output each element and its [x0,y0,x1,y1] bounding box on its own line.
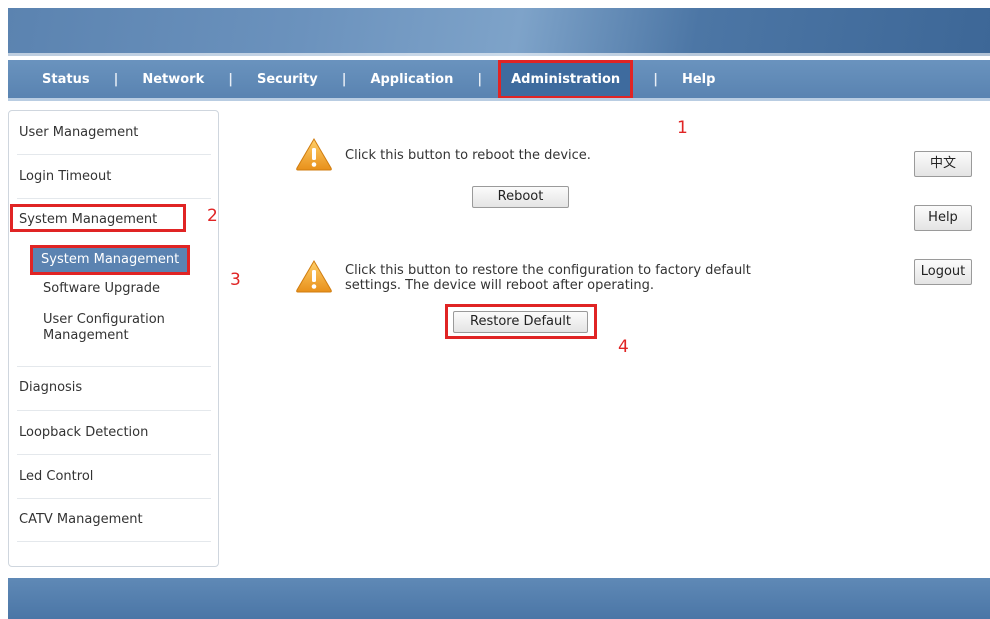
warning-icon [296,260,332,293]
restore-message-line1: Click this button to restore the configu… [345,263,751,278]
reboot-message: Click this button to reboot the device. [345,148,591,163]
sidebar-divider [17,198,211,199]
header-banner [8,8,990,56]
nav-separator: | [653,71,658,87]
sidebar-sub-system-management[interactable]: System Management [30,245,191,275]
sidebar-sub-system-management-label: System Management [30,245,191,275]
annotation-1: 1 [677,118,688,138]
nav-separator: | [113,71,119,87]
sidebar-divider [17,366,211,367]
nav-network[interactable]: Network [142,72,204,87]
nav-administration[interactable]: Administration [498,59,634,99]
restore-message: Click this button to restore the configu… [345,263,751,293]
help-button[interactable]: Help [914,205,972,231]
annotation-4: 4 [618,337,629,357]
sidebar-sub-software-upgrade[interactable]: Software Upgrade [43,281,160,297]
annotation-2: 2 [207,206,218,226]
annotation-3: 3 [230,270,241,290]
sidebar-item-catv-management[interactable]: CATV Management [19,512,209,527]
nav-application[interactable]: Application [370,72,453,87]
sidebar-sub-label-line1: User Configuration [43,312,165,327]
nav-separator: | [341,71,347,87]
language-button[interactable]: 中文 [914,151,972,177]
sidebar: User Management Login Timeout System Man… [8,110,219,567]
warning-icon [296,138,332,171]
sidebar-item-login-timeout[interactable]: Login Timeout [19,169,209,184]
restore-message-line2: settings. The device will reboot after o… [345,278,655,293]
nav-help[interactable]: Help [682,72,715,87]
sidebar-divider [17,541,211,542]
sidebar-sub-user-config-management[interactable]: User Configuration Management [43,312,165,344]
reboot-button[interactable]: Reboot [472,186,569,208]
main-nav: Status | Network | Security | Applicatio… [8,59,990,101]
sidebar-divider [17,454,211,455]
sidebar-divider [17,498,211,499]
nav-separator: | [228,71,233,87]
nav-security[interactable]: Security [257,72,318,87]
nav-separator: | [477,71,483,87]
nav-status[interactable]: Status [42,72,90,87]
sidebar-sub-label-line2: Management [43,328,129,343]
logout-button[interactable]: Logout [914,259,972,285]
sidebar-item-user-management[interactable]: User Management [19,125,209,140]
highlight-box-system-management [10,204,186,232]
sidebar-divider [17,410,211,411]
restore-default-button[interactable]: Restore Default [453,311,588,333]
sidebar-item-loopback-detection[interactable]: Loopback Detection [19,425,209,440]
footer-bar [8,578,990,619]
sidebar-item-diagnosis[interactable]: Diagnosis [19,380,209,395]
sidebar-divider [17,154,211,155]
sidebar-item-led-control[interactable]: Led Control [19,469,209,484]
